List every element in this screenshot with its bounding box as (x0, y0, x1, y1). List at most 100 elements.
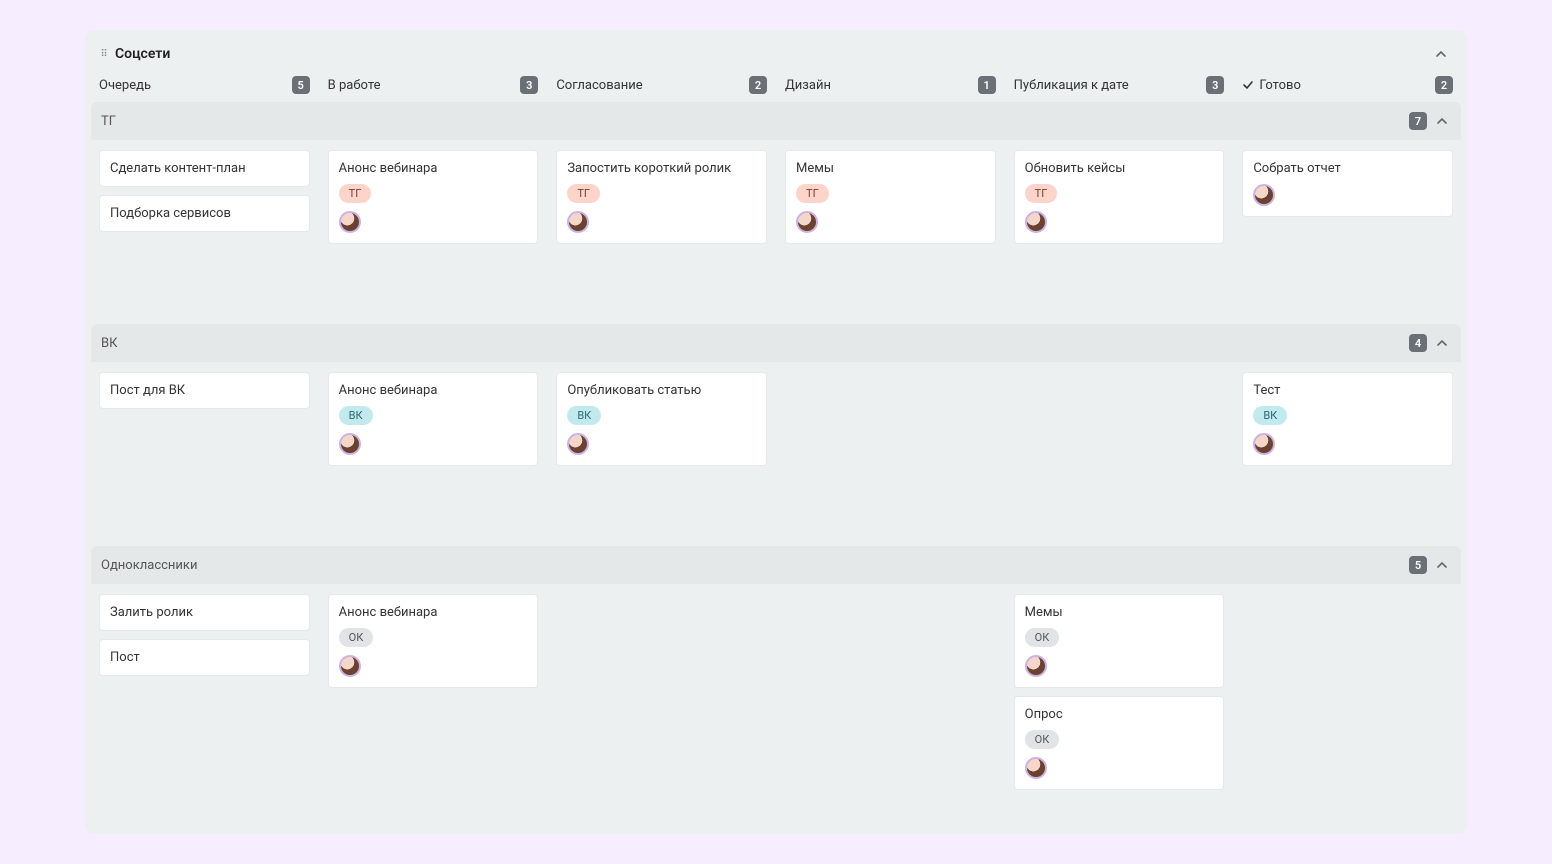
drag-handle-icon[interactable]: ⠿ (99, 49, 109, 59)
column-header[interactable]: Дизайн1 (785, 76, 996, 94)
swimlane: ВК4Пост для ВКАнонс вебинараВКОпубликова… (91, 324, 1461, 532)
card-title: Анонс вебинара (339, 383, 528, 398)
chevron-up-icon (1436, 115, 1448, 127)
card-title: Пост (110, 650, 299, 665)
column-header[interactable]: Публикация к дате3 (1014, 76, 1225, 94)
avatar[interactable] (339, 655, 361, 677)
swimlane-header[interactable]: ТГ7 (91, 102, 1461, 140)
column-cell[interactable]: МемыОКОпросОК (1014, 594, 1225, 790)
avatar[interactable] (567, 433, 589, 455)
avatar[interactable] (567, 211, 589, 233)
avatar[interactable] (1253, 184, 1275, 206)
card-tag: ВК (1253, 406, 1287, 425)
swimlane-title: ВК (101, 336, 117, 351)
card-title: Анонс вебинара (339, 605, 528, 620)
swimlanes-container: ТГ7 Сделать контент-план Подборка сервисов… (85, 102, 1467, 800)
card-title: Подборка сервисов (110, 206, 299, 221)
kanban-board: ⠿ Соцсети Очередь5В работе3Согласование2… (85, 30, 1467, 834)
swimlane-collapse-button[interactable] (1433, 556, 1451, 574)
column-cell[interactable]: Анонс вебинараТГ (328, 150, 539, 300)
swimlane-collapse-button[interactable] (1433, 112, 1451, 130)
kanban-card[interactable]: ОпросОК (1014, 696, 1225, 790)
card-title: Опубликовать статью (567, 383, 756, 398)
column-cell[interactable] (785, 594, 996, 790)
column-count-badge: 1 (978, 76, 996, 94)
swimlane-count-badge: 5 (1409, 556, 1427, 574)
swimlane-header[interactable]: Одноклассники5 (91, 546, 1461, 584)
avatar[interactable] (339, 211, 361, 233)
column-count-badge: 5 (292, 76, 310, 94)
card-tag: ВК (339, 406, 373, 425)
chevron-up-icon (1436, 337, 1448, 349)
card-title: Пост для ВК (110, 383, 299, 398)
column-cell[interactable] (785, 372, 996, 522)
kanban-card[interactable]: МемыОК (1014, 594, 1225, 688)
avatar[interactable] (1025, 655, 1047, 677)
column-cell[interactable]: Собрать отчет (1242, 150, 1453, 300)
columns-header-row: Очередь5В работе3Согласование2Дизайн1Пуб… (85, 76, 1467, 102)
board-collapse-button[interactable] (1429, 42, 1453, 66)
swimlane-header[interactable]: ВК 4 (91, 324, 1461, 362)
kanban-card[interactable]: Анонс вебинараТГ (328, 150, 539, 244)
column-cell[interactable]: Пост для ВК (99, 372, 310, 522)
column-cell[interactable]: Сделать контент-план Подборка сервисов (99, 150, 310, 300)
card-tag: ОК (339, 628, 374, 647)
avatar[interactable] (1025, 211, 1047, 233)
kanban-card[interactable]: Анонс вебинара ВК (328, 372, 539, 466)
kanban-card[interactable]: Пост (99, 639, 310, 676)
kanban-card[interactable]: Обновить кейсыТГ (1014, 150, 1225, 244)
kanban-card[interactable]: Пост для ВК (99, 372, 310, 409)
avatar[interactable] (339, 433, 361, 455)
column-cell[interactable]: Тест ВК (1242, 372, 1453, 522)
avatar[interactable] (1025, 757, 1047, 779)
column-cell[interactable]: Залить ролик Пост (99, 594, 310, 790)
kanban-card[interactable]: Подборка сервисов (99, 195, 310, 232)
card-title: Тест (1253, 383, 1442, 398)
kanban-card[interactable]: МемыТГ (785, 150, 996, 244)
column-cell[interactable]: МемыТГ (785, 150, 996, 300)
column-label: В работе (328, 78, 521, 93)
column-label: Очередь (99, 78, 292, 93)
card-tag: ОК (1025, 628, 1060, 647)
board-title: Соцсети (115, 46, 170, 62)
column-label: Готово (1259, 78, 1435, 93)
avatar[interactable] (796, 211, 818, 233)
column-header[interactable]: Готово2 (1242, 76, 1453, 94)
column-count-badge: 3 (520, 76, 538, 94)
column-cell[interactable]: Анонс вебинара ВК (328, 372, 539, 522)
column-cell[interactable]: Запостить короткий роликТГ (556, 150, 767, 300)
card-title: Собрать отчет (1253, 161, 1442, 176)
column-label: Публикация к дате (1014, 78, 1207, 93)
card-tag: ВК (567, 406, 601, 425)
kanban-card[interactable]: Запостить короткий роликТГ (556, 150, 767, 244)
kanban-card[interactable]: Анонс вебинара ОК (328, 594, 539, 688)
column-cell[interactable]: Анонс вебинара ОК (328, 594, 539, 790)
card-title: Запостить короткий ролик (567, 161, 756, 176)
card-tag: ТГ (796, 184, 829, 203)
column-cell[interactable] (1014, 372, 1225, 522)
card-title: Сделать контент-план (110, 161, 299, 176)
column-cell[interactable] (1242, 594, 1453, 790)
check-icon (1242, 79, 1254, 91)
column-label: Дизайн (785, 78, 978, 93)
card-tag: ТГ (1025, 184, 1058, 203)
kanban-card[interactable]: Собрать отчет (1242, 150, 1453, 217)
card-tag: ОК (1025, 730, 1060, 749)
column-cell[interactable] (556, 594, 767, 790)
board-header: ⠿ Соцсети (85, 42, 1467, 76)
kanban-card[interactable]: Залить ролик (99, 594, 310, 631)
swimlane-count-badge: 4 (1409, 334, 1427, 352)
avatar[interactable] (1253, 433, 1275, 455)
column-header[interactable]: В работе3 (328, 76, 539, 94)
column-cell[interactable]: Обновить кейсыТГ (1014, 150, 1225, 300)
column-cell[interactable]: Опубликовать статью ВК (556, 372, 767, 522)
kanban-card[interactable]: Тест ВК (1242, 372, 1453, 466)
column-header[interactable]: Согласование2 (556, 76, 767, 94)
kanban-card[interactable]: Сделать контент-план (99, 150, 310, 187)
kanban-card[interactable]: Опубликовать статью ВК (556, 372, 767, 466)
swimlane-columns: Сделать контент-план Подборка сервисов Ано… (91, 140, 1461, 310)
chevron-up-icon (1436, 559, 1448, 571)
swimlane-collapse-button[interactable] (1433, 334, 1451, 352)
column-count-badge: 3 (1206, 76, 1224, 94)
column-header[interactable]: Очередь5 (99, 76, 310, 94)
